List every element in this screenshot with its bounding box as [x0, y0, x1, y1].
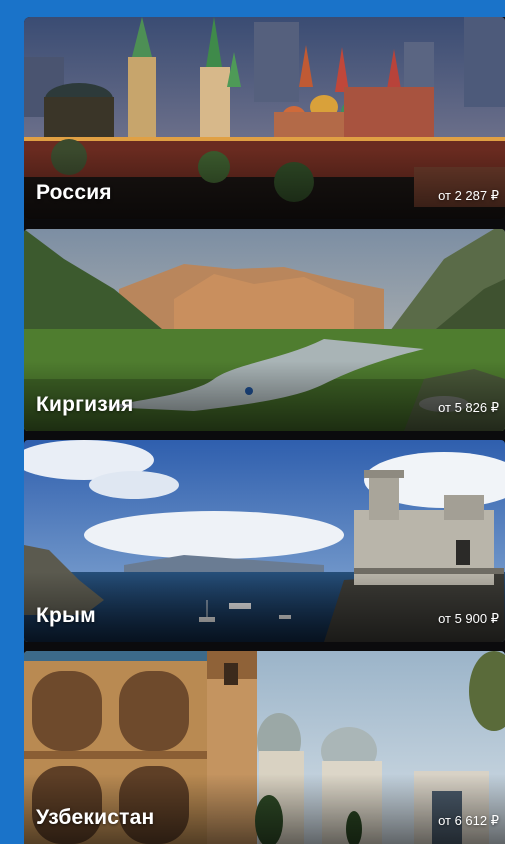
destination-price: от 6 612 ₽: [438, 813, 499, 828]
destination-name: Крым: [36, 604, 96, 627]
label-gradient: [24, 572, 505, 642]
destination-name: Россия: [36, 181, 112, 204]
destination-card-russia[interactable]: Россия от 2 287 ₽: [24, 17, 505, 219]
destination-price: от 5 826 ₽: [438, 400, 499, 415]
destination-name: Киргизия: [36, 393, 134, 416]
destination-price: от 5 900 ₽: [438, 611, 499, 626]
app-frame: Россия от 2 287 ₽ Киргизия от 5 826 ₽ Кр…: [0, 0, 505, 844]
destination-card-kyrgyzstan[interactable]: Киргизия от 5 826 ₽: [24, 229, 505, 431]
destination-list[interactable]: Россия от 2 287 ₽ Киргизия от 5 826 ₽ Кр…: [24, 17, 505, 844]
destination-card-crimea[interactable]: Крым от 5 900 ₽: [24, 440, 505, 642]
destination-card-uzbekistan[interactable]: Узбекистан от 6 612 ₽: [24, 651, 505, 844]
destination-price: от 2 287 ₽: [438, 188, 499, 203]
destination-name: Узбекистан: [36, 806, 155, 829]
